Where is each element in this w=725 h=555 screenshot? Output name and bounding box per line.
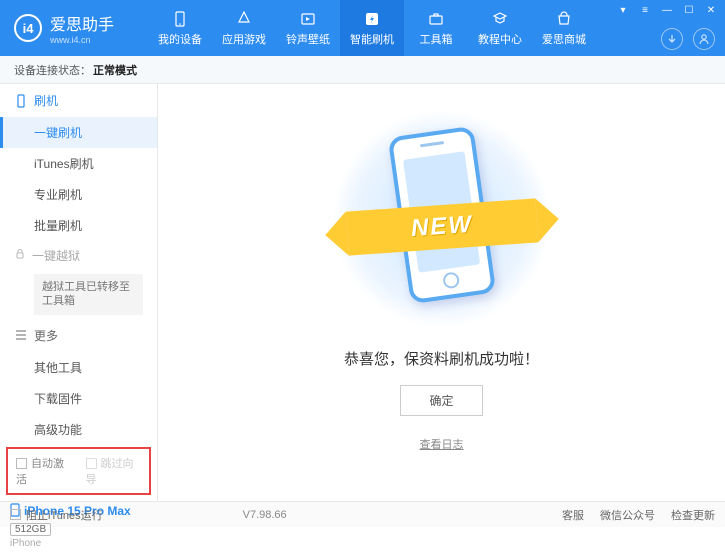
list-icon	[14, 328, 28, 342]
footer-link-support[interactable]: 客服	[562, 507, 584, 523]
nav-smart-flash[interactable]: 智能刷机	[340, 0, 404, 56]
device-status-bar: 设备连接状态： 正常模式	[0, 56, 725, 84]
device-info: iPhone 15 Pro Max 512GB iPhone	[0, 497, 157, 555]
tutorial-icon	[490, 10, 510, 28]
header-actions	[661, 28, 715, 50]
toolbox-icon	[426, 10, 446, 28]
ok-button[interactable]: 确定	[400, 385, 482, 416]
status-value: 正常模式	[93, 62, 137, 78]
download-icon[interactable]	[661, 28, 683, 50]
skip-guide-checkbox[interactable]: 跳过向导	[86, 455, 142, 487]
menu-icon[interactable]: ▾	[615, 4, 631, 16]
sidebar-item-itunes-flash[interactable]: iTunes刷机	[0, 148, 157, 179]
app-header: i4 爱思助手 www.i4.cn 我的设备 应用游戏 铃声壁纸 智能刷机 工具…	[0, 0, 725, 56]
jailbreak-note[interactable]: 越狱工具已转移至工具箱	[34, 274, 143, 315]
device-storage: 512GB	[10, 523, 51, 536]
sidebar-item-other-tools[interactable]: 其他工具	[0, 352, 157, 383]
view-log-link[interactable]: 查看日志	[420, 436, 464, 452]
sidebar: 刷机 一键刷机 iTunes刷机 专业刷机 批量刷机 一键越狱 越狱工具已转移至…	[0, 84, 158, 501]
success-message: 恭喜您，保资料刷机成功啦！	[344, 348, 539, 369]
window-controls: ▾ ≡ — ☐ ✕	[615, 4, 719, 16]
user-icon[interactable]	[693, 28, 715, 50]
settings-icon[interactable]: ≡	[637, 4, 653, 16]
main-content: NEW 恭喜您，保资料刷机成功啦！ 确定 查看日志	[158, 84, 725, 501]
nav-ringtones[interactable]: 铃声壁纸	[276, 0, 340, 56]
app-name: 爱思助手	[50, 17, 114, 34]
footer-link-update[interactable]: 检查更新	[671, 507, 715, 523]
sidebar-section-flash[interactable]: 刷机	[0, 84, 157, 117]
apps-icon	[234, 10, 254, 28]
minimize-icon[interactable]: —	[659, 4, 675, 16]
block-itunes-checkbox[interactable]: 阻止iTunes运行	[10, 507, 103, 523]
nav-apps[interactable]: 应用游戏	[212, 0, 276, 56]
sidebar-item-download-firmware[interactable]: 下载固件	[0, 383, 157, 414]
device-icon	[170, 10, 190, 28]
store-icon	[554, 10, 574, 28]
top-nav: 我的设备 应用游戏 铃声壁纸 智能刷机 工具箱 教程中心 爱思商城	[148, 0, 596, 56]
sidebar-item-advanced[interactable]: 高级功能	[0, 414, 157, 445]
flash-icon	[362, 10, 382, 28]
status-label: 设备连接状态：	[14, 62, 91, 78]
version-label: V7.98.66	[243, 509, 287, 521]
lock-icon	[14, 248, 26, 263]
nav-tutorials[interactable]: 教程中心	[468, 0, 532, 56]
auto-activate-checkbox[interactable]: 自动激活	[16, 455, 72, 487]
app-url: www.i4.cn	[50, 35, 114, 45]
nav-toolbox[interactable]: 工具箱	[404, 0, 468, 56]
device-type: iPhone	[10, 538, 147, 549]
sidebar-item-pro-flash[interactable]: 专业刷机	[0, 179, 157, 210]
sidebar-section-jailbreak: 一键越狱	[0, 241, 157, 270]
footer-link-wechat[interactable]: 微信公众号	[600, 507, 655, 523]
logo-icon: i4	[14, 14, 42, 42]
media-icon	[298, 10, 318, 28]
nav-my-device[interactable]: 我的设备	[148, 0, 212, 56]
options-highlight: 自动激活 跳过向导	[6, 447, 151, 495]
phone-icon	[14, 94, 28, 108]
sidebar-item-oneclick-flash[interactable]: 一键刷机	[0, 117, 157, 148]
nav-store[interactable]: 爱思商城	[532, 0, 596, 56]
close-icon[interactable]: ✕	[703, 4, 719, 16]
sidebar-section-more[interactable]: 更多	[0, 319, 157, 352]
success-illustration: NEW	[342, 114, 542, 324]
app-logo: i4 爱思助手 www.i4.cn	[0, 11, 128, 45]
maximize-icon[interactable]: ☐	[681, 4, 697, 16]
sidebar-item-batch-flash[interactable]: 批量刷机	[0, 210, 157, 241]
